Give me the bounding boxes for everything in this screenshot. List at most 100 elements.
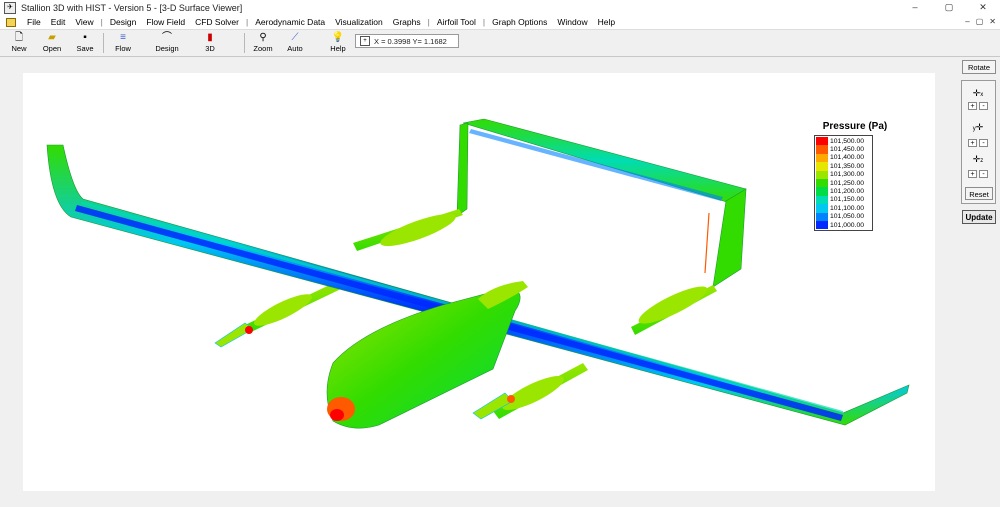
help-button[interactable]: 💡 Help [327, 32, 349, 54]
left-nacelle-front [251, 289, 316, 331]
update-button[interactable]: Update [962, 210, 996, 224]
three-d-button[interactable]: ▮ 3D [199, 32, 221, 54]
legend-entry: 101,400.00 [816, 154, 871, 162]
flow-lines-icon: ≡ [111, 32, 135, 44]
new-file-icon: 🗋 [8, 32, 30, 44]
legend-box: 101,500.00101,450.00101,400.00101,350.00… [814, 135, 873, 231]
new-button[interactable]: 🗋 New [8, 32, 30, 54]
x-axis-minus-button[interactable]: - [979, 102, 988, 110]
legend-entry: 101,500.00 [816, 137, 871, 145]
window-title: Stallion 3D with HIST - Version 5 - [3-D… [21, 3, 242, 13]
legend-swatch [816, 145, 828, 153]
legend-label: 101,200.00 [830, 188, 864, 195]
view-control-panel: Rotate ✛x + - y✛ + - ✛z + - Reset Update [961, 60, 998, 224]
folder-icon: ▰ [40, 32, 64, 44]
close-button[interactable]: ✕ [966, 0, 1000, 15]
y-axis-rotate-icon: y✛ [967, 119, 989, 135]
right-vertical-tail [713, 189, 746, 287]
toolbar-separator [244, 33, 245, 53]
aircraft-pressure-render: Pressure (Pa) 101,500.00101,450.00101,40… [23, 73, 935, 491]
legend-swatch [816, 179, 828, 187]
menu-airfoil-tool[interactable]: Airfoil Tool [432, 17, 481, 27]
mdi-close-button[interactable]: ✕ [989, 15, 996, 29]
tail-edge-line [705, 213, 709, 273]
design-button[interactable]: ⌒ Design [152, 32, 182, 54]
axis-control-group: ✛x + - y✛ + - ✛z + - Reset [961, 80, 996, 204]
right-nacelle-rear [635, 280, 711, 329]
reset-button[interactable]: Reset [965, 187, 993, 200]
menu-graph-options[interactable]: Graph Options [487, 17, 552, 27]
nose-peak-pressure [330, 409, 344, 421]
legend-label: 101,250.00 [830, 180, 864, 187]
z-axis-rotate-icon: ✛z [967, 151, 989, 167]
menu-bar: File Edit View | Design Flow Field CFD S… [0, 15, 1000, 30]
coordinate-readout: + X = 0.3998 Y= 1.1682 [355, 34, 459, 48]
open-button[interactable]: ▰ Open [40, 32, 64, 54]
legend-swatch [816, 221, 828, 229]
auto-graph-icon: ⟋ [284, 32, 306, 44]
surface-viewport[interactable]: Pressure (Pa) 101,500.00101,450.00101,40… [23, 73, 935, 491]
minimize-button[interactable]: – [898, 0, 932, 15]
menu-graphs[interactable]: Graphs [388, 17, 426, 27]
menu-visualization[interactable]: Visualization [330, 17, 388, 27]
pressure-legend: Pressure (Pa) 101,500.00101,450.00101,40… [805, 121, 905, 251]
legend-swatch [816, 213, 828, 221]
crosshair-icon: + [360, 36, 370, 46]
y-axis-plus-button[interactable]: + [968, 139, 977, 147]
menu-view[interactable]: View [70, 17, 98, 27]
menu-flow-field[interactable]: Flow Field [141, 17, 190, 27]
legend-label: 101,150.00 [830, 196, 864, 203]
legend-entry: 101,450.00 [816, 145, 871, 153]
right-nacelle-front [498, 370, 567, 416]
horizontal-tail [463, 119, 746, 202]
left-vertical-tail [457, 123, 468, 216]
zoom-button[interactable]: ⚲ Zoom [252, 32, 274, 54]
rotate-button[interactable]: Rotate [962, 60, 996, 74]
x-axis-plus-button[interactable]: + [968, 102, 977, 110]
menu-window[interactable]: Window [552, 17, 592, 27]
menu-design[interactable]: Design [105, 17, 141, 27]
z-axis-minus-button[interactable]: - [979, 170, 988, 178]
legend-entry: 101,300.00 [816, 171, 871, 179]
legend-entry: 101,000.00 [816, 221, 871, 229]
mdi-restore-button[interactable]: ▢ [976, 15, 984, 29]
legend-label: 101,100.00 [830, 205, 864, 212]
flow-button[interactable]: ≡ Flow [111, 32, 135, 54]
menu-aerodynamic-data[interactable]: Aerodynamic Data [250, 17, 330, 27]
legend-swatch [816, 187, 828, 195]
legend-swatch [816, 171, 828, 179]
three-d-icon: ▮ [199, 32, 221, 44]
legend-swatch [816, 204, 828, 212]
menu-cfd-solver[interactable]: CFD Solver [190, 17, 244, 27]
lightbulb-icon: 💡 [327, 32, 349, 44]
legend-entry: 101,100.00 [816, 204, 871, 212]
legend-entry: 101,050.00 [816, 213, 871, 221]
menu-edit[interactable]: Edit [46, 17, 71, 27]
toolbar: 🗋 New ▰ Open ▪ Save ≡ Flow ⌒ Design ▮ 3D… [0, 30, 1000, 57]
legend-swatch [816, 196, 828, 204]
legend-label: 101,350.00 [830, 163, 864, 170]
menu-file[interactable]: File [22, 17, 46, 27]
legend-label: 101,000.00 [830, 222, 864, 229]
save-button[interactable]: ▪ Save [74, 32, 96, 54]
title-bar: ✈ Stallion 3D with HIST - Version 5 - [3… [0, 0, 1000, 15]
legend-swatch [816, 154, 828, 162]
y-axis-minus-button[interactable]: - [979, 139, 988, 147]
legend-label: 101,450.00 [830, 146, 864, 153]
legend-entry: 101,250.00 [816, 179, 871, 187]
maximize-button[interactable]: ▢ [932, 0, 966, 15]
legend-entry: 101,150.00 [816, 196, 871, 204]
main-wing [47, 145, 909, 425]
left-nacelle-rear [377, 208, 458, 252]
app-icon[interactable]: ✈ [4, 2, 16, 14]
legend-label: 101,300.00 [830, 171, 864, 178]
right-spinner [507, 395, 515, 403]
document-icon[interactable] [6, 18, 16, 27]
toolbar-separator [103, 33, 104, 53]
mdi-minimize-button[interactable]: – [965, 15, 969, 29]
legend-entry: 101,200.00 [816, 187, 871, 195]
z-axis-plus-button[interactable]: + [968, 170, 977, 178]
x-axis-rotate-icon: ✛x [967, 85, 989, 101]
menu-help[interactable]: Help [593, 17, 620, 27]
auto-button[interactable]: ⟋ Auto [284, 32, 306, 54]
